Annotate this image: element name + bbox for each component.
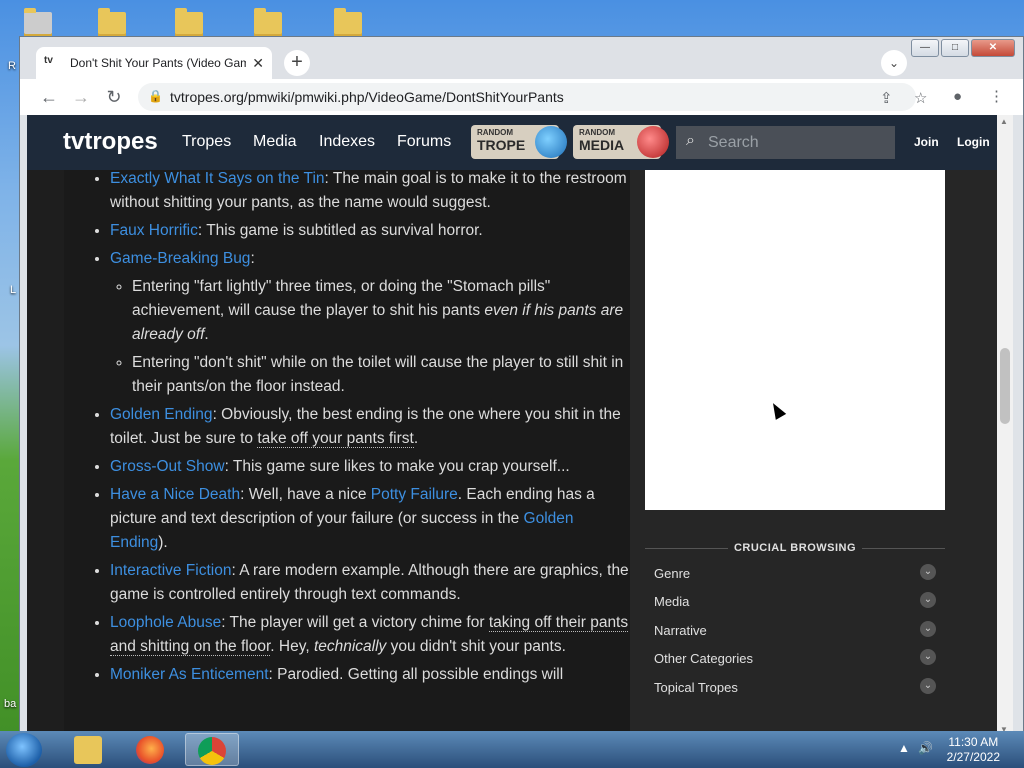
- desktop-label: L: [10, 284, 17, 296]
- sub-list-item: Entering "don't shit" while on the toile…: [132, 351, 630, 399]
- volume-icon[interactable]: 🔊: [918, 741, 933, 755]
- desktop-label: ba: [4, 698, 17, 710]
- chrome-icon: [198, 737, 226, 765]
- system-tray: ▲ 🔊 11:30 AM 2/27/2022: [884, 731, 1024, 768]
- close-button[interactable]: ✕: [971, 39, 1015, 57]
- browser-toolbar: ← → ↻ 🔒 tvtropes.org/pmwiki/pmwiki.php/V…: [20, 79, 1023, 115]
- taskbar: ▲ 🔊 11:30 AM 2/27/2022: [0, 731, 1024, 768]
- login-link[interactable]: Login: [957, 135, 990, 149]
- web-page: tvtropes Tropes Media Indexes Forums RAN…: [27, 115, 997, 735]
- trope-link[interactable]: Game-Breaking Bug: [110, 250, 250, 267]
- back-arrow-icon[interactable]: ←: [38, 86, 60, 108]
- chevron-down-icon[interactable]: ⌄: [920, 592, 936, 608]
- title-bar: tv Don't Shit Your Pants (Video Gam ✕ + …: [20, 37, 1023, 79]
- nav-media[interactable]: Media: [253, 133, 297, 151]
- list-item: Gross-Out Show: This game sure likes to …: [110, 455, 630, 479]
- chevron-down-icon[interactable]: ⌄: [920, 621, 936, 637]
- tab-search-button[interactable]: ⌄: [881, 50, 907, 76]
- trope-link[interactable]: Golden Ending: [110, 406, 213, 423]
- red-orb-icon: [637, 126, 669, 158]
- clock[interactable]: 11:30 AM 2/27/2022: [947, 735, 1000, 765]
- blue-orb-icon: [535, 126, 567, 158]
- random-trope-button[interactable]: RANDOM TROPE: [471, 125, 567, 159]
- page-scrollbar[interactable]: ▲ ▼: [997, 115, 1013, 735]
- trope-link[interactable]: Gross-Out Show: [110, 458, 225, 475]
- trope-link[interactable]: Moniker As Enticement: [110, 666, 269, 683]
- list-item: Game-Breaking Bug: Entering "fart lightl…: [110, 247, 630, 399]
- nav-tropes[interactable]: Tropes: [182, 133, 231, 151]
- start-button[interactable]: [6, 733, 42, 767]
- search-input[interactable]: ⌕ Search: [676, 126, 895, 159]
- search-placeholder: Search: [708, 134, 759, 151]
- list-item: Have a Nice Death: Well, have a nice Pot…: [110, 483, 630, 555]
- new-tab-button[interactable]: +: [284, 50, 310, 76]
- taskbar-explorer[interactable]: [62, 733, 116, 766]
- sub-list-item: Entering "fart lightly" three times, or …: [132, 275, 630, 347]
- sidebar-item-other-categories[interactable]: Other Categories ⌄: [654, 649, 944, 666]
- favicon-icon: tv: [44, 55, 53, 66]
- share-icon[interactable]: ⇪: [880, 89, 893, 107]
- reload-icon[interactable]: ↻: [103, 86, 125, 108]
- firefox-icon: [136, 736, 164, 764]
- site-header: tvtropes Tropes Media Indexes Forums RAN…: [27, 115, 997, 170]
- chevron-down-icon[interactable]: ⌄: [920, 649, 936, 665]
- address-bar[interactable]: 🔒 tvtropes.org/pmwiki/pmwiki.php/VideoGa…: [138, 83, 916, 111]
- random-media-button[interactable]: RANDOM MEDIA: [573, 125, 669, 159]
- site-logo[interactable]: tvtropes: [63, 128, 158, 156]
- join-link[interactable]: Join: [914, 135, 939, 149]
- minimize-button[interactable]: —: [911, 39, 939, 57]
- list-item: Moniker As Enticement: Parodied. Getting…: [110, 663, 630, 687]
- sidebar-item-topical-tropes[interactable]: Topical Tropes ⌄: [654, 678, 944, 695]
- trope-link[interactable]: Interactive Fiction: [110, 562, 231, 579]
- profile-icon[interactable]: ●: [953, 88, 962, 105]
- sidebar-item-genre[interactable]: Genre ⌄: [654, 564, 944, 581]
- scroll-thumb[interactable]: [1000, 348, 1010, 424]
- tab-close-icon[interactable]: ✕: [252, 55, 264, 72]
- window-controls: — □ ✕: [911, 39, 1015, 57]
- folder-icon: [74, 736, 102, 764]
- sidebar: CRUCIAL BROWSING Genre ⌄ Media ⌄ Narrative…: [630, 170, 997, 735]
- trope-link[interactable]: Potty Failure: [371, 486, 458, 503]
- search-icon: ⌕: [686, 132, 695, 149]
- lock-icon[interactable]: 🔒: [148, 89, 163, 103]
- maximize-button[interactable]: □: [941, 39, 969, 57]
- show-hidden-icons[interactable]: ▲: [898, 741, 910, 755]
- list-item: Loophole Abuse: The player will get a vi…: [110, 611, 630, 659]
- taskbar-firefox[interactable]: [124, 733, 178, 766]
- trope-link[interactable]: Have a Nice Death: [110, 486, 240, 503]
- nav-forums[interactable]: Forums: [397, 133, 451, 151]
- browser-window: tv Don't Shit Your Pants (Video Gam ✕ + …: [19, 36, 1024, 736]
- tab-title: Don't Shit Your Pants (Video Gam: [70, 56, 247, 70]
- ad-placeholder: [645, 170, 945, 510]
- menu-icon[interactable]: ⋮: [989, 87, 1004, 105]
- chevron-down-icon[interactable]: ⌄: [920, 564, 936, 580]
- list-item: Exactly What It Says on the Tin: The mai…: [110, 170, 630, 215]
- desktop-label: R: [8, 60, 16, 72]
- nav-indexes[interactable]: Indexes: [319, 133, 375, 151]
- trope-link[interactable]: Exactly What It Says on the Tin: [110, 170, 325, 187]
- list-item: Interactive Fiction: A rare modern examp…: [110, 559, 630, 607]
- list-item: Golden Ending: Obviously, the best endin…: [110, 403, 630, 451]
- list-item: Faux Horrific: This game is subtitled as…: [110, 219, 630, 243]
- hidden-trope-link[interactable]: take off your pants first: [257, 430, 414, 448]
- browser-tab[interactable]: tv Don't Shit Your Pants (Video Gam ✕: [36, 47, 272, 79]
- url-text[interactable]: tvtropes.org/pmwiki/pmwiki.php/VideoGame…: [170, 89, 564, 105]
- article-content: Exactly What It Says on the Tin: The mai…: [64, 170, 630, 735]
- trope-link[interactable]: Faux Horrific: [110, 222, 198, 239]
- sidebar-item-media[interactable]: Media ⌄: [654, 592, 944, 609]
- taskbar-chrome[interactable]: [185, 733, 239, 766]
- crucial-browsing-title: CRUCIAL BROWSING: [645, 542, 945, 554]
- scroll-up-icon[interactable]: ▲: [1000, 117, 1008, 126]
- trope-link[interactable]: Loophole Abuse: [110, 614, 221, 631]
- forward-arrow-icon[interactable]: →: [70, 86, 92, 108]
- chevron-down-icon[interactable]: ⌄: [920, 678, 936, 694]
- sidebar-item-narrative[interactable]: Narrative ⌄: [654, 621, 944, 638]
- star-icon[interactable]: ☆: [914, 89, 927, 107]
